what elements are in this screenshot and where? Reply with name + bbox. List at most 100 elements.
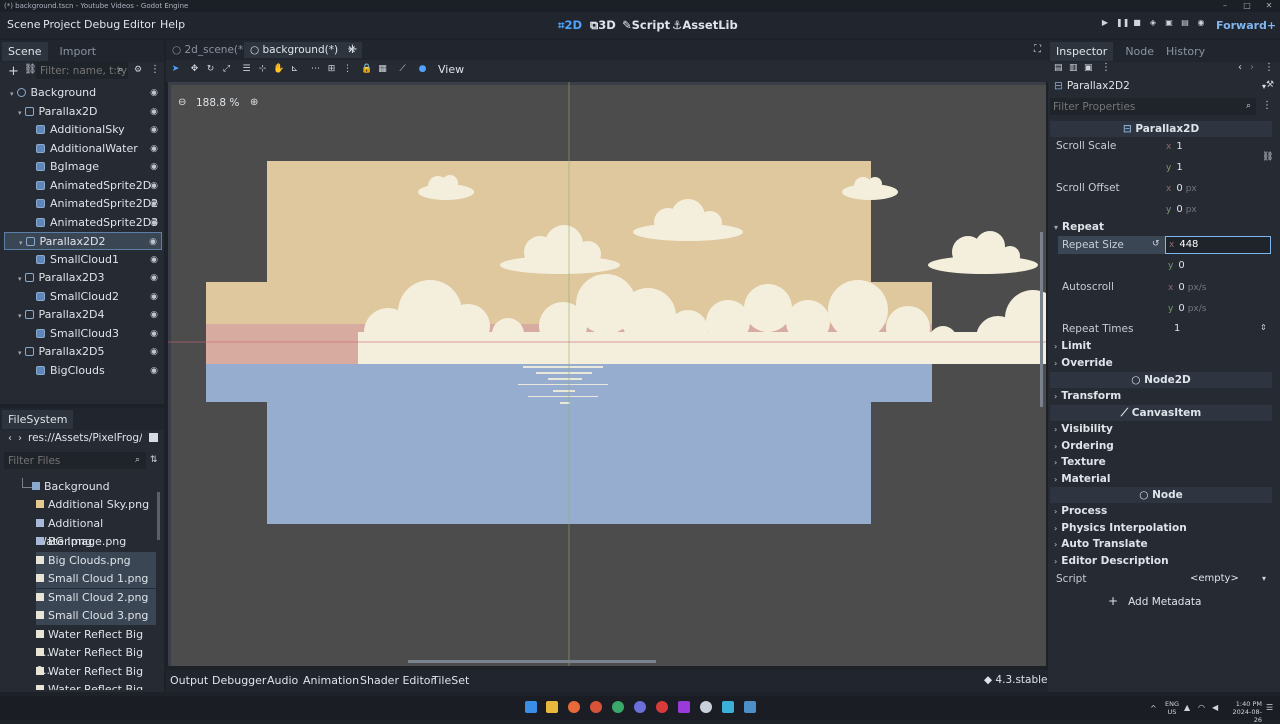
history-forward-icon[interactable]: › (1250, 62, 1254, 73)
tab-history[interactable]: History (1166, 45, 1205, 58)
section-limit[interactable]: › Limit (1050, 338, 1272, 355)
scene-tree-item[interactable]: ▾ Parallax2D ◉ (4, 103, 162, 121)
file-explorer-icon[interactable] (546, 701, 558, 713)
scene-tree-item[interactable]: AdditionalSky ◉ (4, 121, 162, 139)
scene-tree-item[interactable]: AnimatedSprite2D ◉ (4, 177, 162, 195)
visibility-eye-icon[interactable]: ◉ (150, 140, 158, 158)
scale-mode-icon[interactable]: ⤢ (221, 64, 232, 75)
inspector-node-path[interactable]: ⊟ Parallax2D2 ▾ (1050, 78, 1272, 95)
notification-icon[interactable]: ☰ (1266, 703, 1273, 712)
language-indicator[interactable]: ENG US (1164, 700, 1180, 716)
mode-script-button[interactable]: ✎Script (622, 18, 670, 32)
menu-project[interactable]: Project (43, 18, 81, 31)
visibility-eye-icon[interactable]: ◉ (150, 158, 158, 176)
scene-tree-item[interactable]: SmallCloud2 ◉ (4, 288, 162, 306)
distraction-free-icon[interactable]: ⛶ (1034, 44, 1041, 55)
mode-3d-button[interactable]: ⧉3D (590, 18, 616, 33)
file-list-item[interactable]: Water Reflect Big 0... (36, 644, 156, 677)
scroll-offset-x[interactable]: x 0 px (1166, 183, 1197, 194)
zoom-in-icon[interactable]: ⊕ (250, 97, 258, 108)
pause-icon[interactable]: ❚❚ (1116, 18, 1129, 28)
scroll-offset-y[interactable]: y 0 px (1166, 204, 1197, 215)
history-back-icon[interactable]: ‹ (1238, 62, 1242, 73)
app2-icon[interactable] (678, 701, 690, 713)
section-override[interactable]: › Override (1050, 355, 1272, 372)
filesystem-filter-input[interactable] (4, 452, 146, 469)
section-physics-interpolation[interactable]: › Physics Interpolation (1050, 520, 1272, 537)
visibility-eye-icon[interactable]: ◉ (150, 121, 158, 139)
file-list-item[interactable]: BG Image.png (36, 533, 156, 551)
chevron-down-icon[interactable]: ▾ (10, 90, 14, 98)
section-texture[interactable]: › Texture (1050, 454, 1272, 471)
spinner-icon[interactable]: ⇕ (1260, 323, 1267, 332)
scene-tree-item[interactable]: SmallCloud1 ◉ (4, 251, 162, 269)
file-list-item[interactable]: Additional Sky.png (36, 496, 156, 514)
network-icon[interactable]: ▲ (1184, 703, 1190, 712)
visibility-eye-icon[interactable]: ◉ (150, 306, 158, 324)
mode-2d-button[interactable]: ⌗2D (558, 18, 582, 33)
scroll-scale-x[interactable]: x1 (1166, 141, 1183, 152)
chrome-icon[interactable] (656, 701, 668, 713)
filter-options-icon[interactable]: ⚙ (134, 65, 142, 75)
scene-tree-item[interactable]: AnimatedSprite2D3 ◉ (4, 214, 162, 232)
visibility-eye-icon[interactable]: ◉ (150, 288, 158, 306)
filter-options-icon[interactable]: ⋮ (1262, 100, 1272, 111)
stop-icon[interactable]: ■ (1132, 18, 1142, 28)
folder-background[interactable]: Background (32, 478, 110, 496)
tab-animation[interactable]: Animation (303, 674, 359, 687)
app-icon[interactable] (612, 701, 624, 713)
visibility-eye-icon[interactable]: ◉ (150, 251, 158, 269)
move-mode-icon[interactable]: ✥ (189, 64, 200, 75)
chevron-down-icon[interactable]: ▾ (18, 275, 22, 283)
movie-icon[interactable]: ◉ (1196, 18, 1206, 28)
visibility-eye-icon[interactable]: ◉ (150, 177, 158, 195)
obs-icon[interactable] (700, 701, 712, 713)
group-icon[interactable]: ▦ (377, 64, 388, 75)
section-material[interactable]: › Material (1050, 471, 1272, 488)
visibility-eye-icon[interactable]: ◉ (150, 269, 158, 287)
tab-output[interactable]: Output (170, 674, 208, 687)
vertical-scrollbar[interactable] (1040, 232, 1043, 407)
visibility-eye-icon[interactable]: ◉ (150, 343, 158, 361)
minimize-icon[interactable]: – (1214, 0, 1236, 12)
ruler-icon[interactable]: ⊾ (289, 64, 300, 75)
menu-debug[interactable]: Debug (84, 18, 120, 31)
menu-editor[interactable]: Editor (123, 18, 156, 31)
clock[interactable]: 1:40 PM 2024-08-26 (1226, 700, 1262, 724)
tab-debugger[interactable]: Debugger (212, 674, 266, 687)
load-resource-icon[interactable]: ▥ (1069, 63, 1078, 73)
more-options-icon[interactable]: ⋮ (1101, 62, 1111, 73)
tab-audio[interactable]: Audio (267, 674, 298, 687)
file-list-item[interactable]: Water Reflect Big 0... (36, 681, 156, 690)
tab-scene[interactable]: Scene (2, 41, 48, 61)
scene-tree-item[interactable]: BigClouds ◉ (4, 362, 162, 380)
close-icon[interactable]: ✕ (1258, 0, 1280, 12)
object-properties-icon[interactable]: ⋮ (1264, 62, 1274, 73)
maximize-icon[interactable]: □ (1236, 0, 1258, 12)
pivot-icon[interactable]: ⊹ (257, 64, 268, 75)
chevron-down-icon[interactable]: ▾ (19, 239, 23, 247)
tab-shader-editor[interactable]: Shader Editor (360, 674, 435, 687)
play-scene-icon[interactable]: ▣ (1164, 18, 1174, 28)
section-ordering[interactable]: › Ordering (1050, 438, 1272, 455)
new-resource-icon[interactable]: ▤ (1054, 63, 1063, 73)
godot-taskbar-icon[interactable] (744, 701, 756, 713)
filesystem-path[interactable]: res://Assets/PixelFrog/B (28, 432, 142, 448)
bone-icon[interactable]: ⟋ (397, 64, 408, 75)
file-list-item[interactable]: Small Cloud 1.png (36, 570, 156, 588)
volume-icon[interactable]: ◀ (1212, 703, 1218, 712)
menu-help[interactable]: Help (160, 18, 185, 31)
scene-filter-input[interactable] (36, 62, 128, 79)
scene-tree-item[interactable]: ▾ Background ◉ (4, 84, 162, 102)
sort-icon[interactable]: ⇅ (150, 455, 158, 465)
snap-options-icon[interactable]: ⋮ (342, 64, 353, 75)
scene-tree-item[interactable]: ▾ Parallax2D4 ◉ (4, 306, 162, 324)
tab-node[interactable]: Node (1125, 45, 1154, 58)
chevron-down-icon[interactable]: ▾ (1262, 574, 1266, 583)
scroll-scale-y[interactable]: y1 (1166, 162, 1183, 173)
renderer-select[interactable]: Forward+ (1216, 19, 1276, 32)
add-node-icon[interactable]: + (8, 64, 19, 79)
horizontal-scrollbar[interactable] (408, 660, 656, 663)
zoom-out-icon[interactable]: ⊖ (178, 97, 186, 108)
zoom-level[interactable]: 188.8 % (196, 97, 239, 109)
